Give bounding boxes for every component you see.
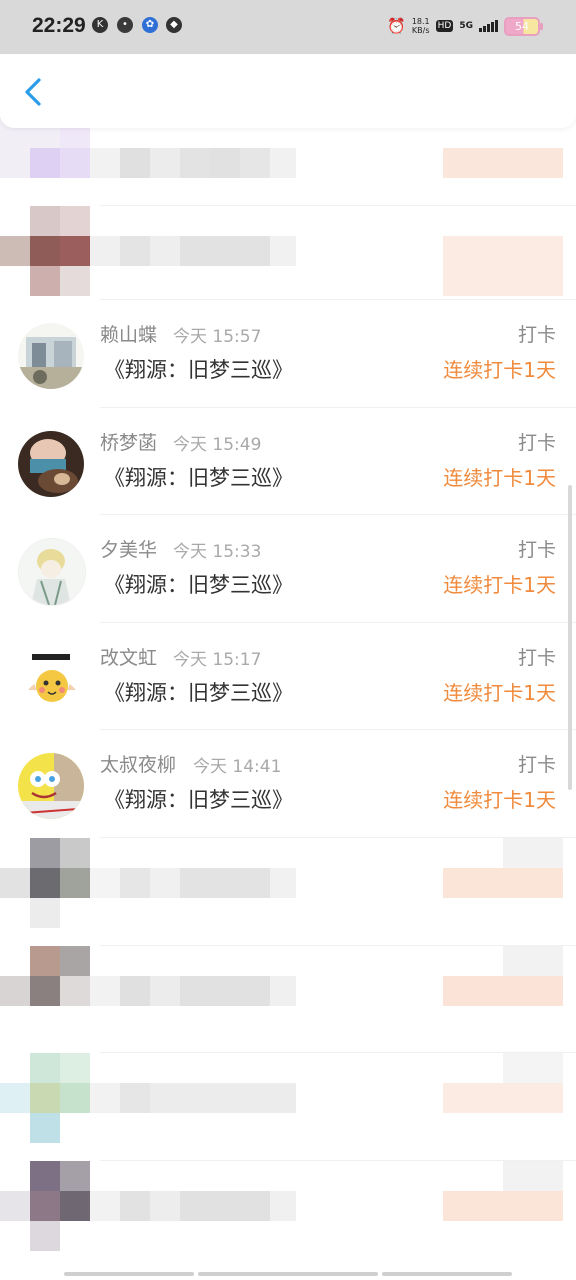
mosaic-overlay <box>0 1053 576 1161</box>
checkin-time: 今天 15:49 <box>173 434 262 455</box>
avatar[interactable] <box>18 753 84 820</box>
avatar-image <box>18 323 84 389</box>
streak-text: 连续打卡1天 <box>443 465 556 490</box>
user-name[interactable]: 改文虹 <box>100 643 157 670</box>
checkin-label: 打卡 <box>517 754 556 777</box>
user-name[interactable]: 太叔夜柳 <box>100 750 176 777</box>
avatar[interactable] <box>18 430 84 497</box>
battery-level: 54 <box>515 19 529 33</box>
signal-icon <box>479 20 498 32</box>
book-title[interactable]: 《翔源：旧梦三巡》 <box>104 354 293 384</box>
list-item-blurred[interactable] <box>0 945 576 1054</box>
status-bar: 22:29 K • ✿ ◆ ⏰ 18.1 KB/s HD 5G 54 <box>0 0 576 54</box>
checkin-time: 今天 15:17 <box>173 649 262 670</box>
mosaic-overlay <box>0 118 576 206</box>
gesture-bar[interactable] <box>0 1272 576 1278</box>
checkin-label: 打卡 <box>517 431 556 454</box>
checkin-time: 今天 15:57 <box>173 327 262 347</box>
status-time: 22:29 <box>32 14 86 37</box>
book-title[interactable]: 《翔源：旧梦三巡》 <box>104 462 293 492</box>
net-speed: 18.1 KB/s <box>412 17 430 35</box>
checkin-list: 赖山蝶 今天 15:57 《翔源：旧梦三巡》 打卡 连续打卡1天 桥梦菡 今天 … <box>0 118 576 1268</box>
mosaic-overlay <box>0 206 576 300</box>
user-name[interactable]: 夕美华 <box>100 535 157 562</box>
mosaic-overlay <box>0 837 576 946</box>
mosaic-overlay <box>0 1160 576 1269</box>
user-name[interactable]: 桥梦菡 <box>100 428 157 455</box>
mosaic-overlay <box>0 945 576 1054</box>
hd-badge: HD <box>435 20 454 32</box>
scrollbar[interactable] <box>568 485 572 790</box>
list-item[interactable]: 桥梦菡 今天 15:49 《翔源：旧梦三巡》 打卡 连续打卡1天 <box>0 408 576 516</box>
list-item-blurred[interactable] <box>0 1160 576 1269</box>
avatar-image <box>18 430 84 497</box>
avatar[interactable] <box>18 645 84 712</box>
list-item[interactable]: 赖山蝶 今天 15:57 《翔源：旧梦三巡》 打卡 连续打卡1天 <box>0 300 576 408</box>
streak-text: 连续打卡1天 <box>443 788 556 813</box>
back-button[interactable] <box>20 76 48 108</box>
net-speed-unit: KB/s <box>411 26 430 35</box>
baidu-icon: ✿ <box>142 17 158 33</box>
status-right: ⏰ 18.1 KB/s HD 5G 54 <box>387 16 543 36</box>
checkin-label: 打卡 <box>517 646 556 669</box>
network-type: 5G <box>459 21 473 31</box>
avatar[interactable] <box>18 323 84 389</box>
list-item-blurred[interactable] <box>0 837 576 946</box>
book-title[interactable]: 《翔源：旧梦三巡》 <box>104 784 293 814</box>
list-item[interactable]: 太叔夜柳 今天 14:41 《翔源：旧梦三巡》 打卡 连续打卡1天 <box>0 730 576 838</box>
k-app-icon: K <box>92 17 108 33</box>
battery-icon: 54 <box>504 16 543 36</box>
book-title[interactable]: 《翔源：旧梦三巡》 <box>104 569 293 599</box>
checkin-label: 打卡 <box>517 539 556 562</box>
book-title[interactable]: 《翔源：旧梦三巡》 <box>104 677 293 707</box>
list-item-blurred[interactable] <box>0 206 576 300</box>
streak-text: 连续打卡1天 <box>443 573 556 598</box>
user-name[interactable]: 赖山蝶 <box>100 320 157 347</box>
list-item[interactable]: 改文虹 今天 15:17 《翔源：旧梦三巡》 打卡 连续打卡1天 <box>0 623 576 731</box>
checkin-time: 今天 14:41 <box>193 757 282 778</box>
avatar-image <box>18 753 84 820</box>
avatar-image <box>18 645 84 712</box>
list-item[interactable]: 夕美华 今天 15:33 《翔源：旧梦三巡》 打卡 连续打卡1天 <box>0 515 576 623</box>
checkin-time: 今天 15:33 <box>173 542 262 563</box>
streak-text: 连续打卡1天 <box>443 680 556 705</box>
alarm-icon: ⏰ <box>387 17 406 35</box>
chevron-left-icon <box>25 78 41 106</box>
list-item-blurred[interactable] <box>0 1053 576 1161</box>
net-speed-value: 18.1 <box>411 17 430 26</box>
checkin-label: 打卡 <box>517 324 556 346</box>
avatar-image <box>19 539 85 606</box>
wechat-icon: • <box>117 17 133 33</box>
avatar[interactable] <box>18 538 86 607</box>
streak-text: 连续打卡1天 <box>443 358 556 382</box>
list-item-blurred[interactable] <box>0 118 576 206</box>
top-header <box>0 54 576 128</box>
compass-icon: ◆ <box>166 17 182 33</box>
